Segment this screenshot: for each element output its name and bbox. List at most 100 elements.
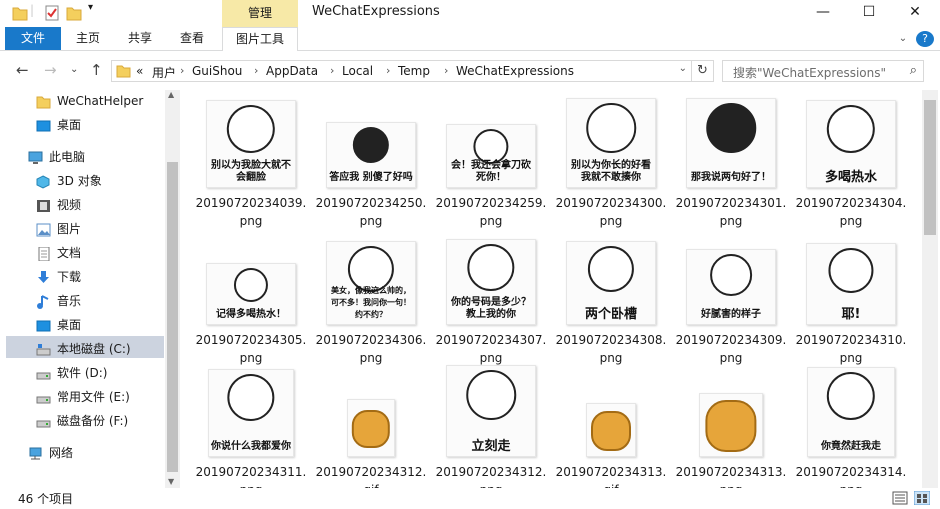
breadcrumb-overflow[interactable]: « — [136, 64, 143, 78]
file-thumbnail[interactable] — [686, 367, 776, 457]
tab-view[interactable]: 查看 — [168, 27, 216, 50]
file-thumbnail[interactable] — [566, 367, 656, 457]
file-item[interactable]: 立刻走 20190720234312.png — [434, 365, 546, 488]
breadcrumb-separator[interactable]: › — [180, 64, 184, 77]
back-arrow-icon[interactable]: ← — [16, 61, 29, 79]
file-name[interactable]: 20190720234300.png — [554, 194, 668, 230]
content-scroll-thumb[interactable] — [924, 100, 936, 235]
minimize-button[interactable]: — — [800, 0, 846, 26]
file-thumbnail[interactable]: 会！我还会拿刀砍死你！ — [446, 98, 536, 188]
breadcrumb-separator[interactable]: › — [386, 64, 390, 77]
file-thumbnail[interactable]: 好腻害的样子 — [686, 235, 776, 325]
scroll-up-icon[interactable]: ▲ — [168, 90, 174, 99]
tab-share[interactable]: 共享 — [116, 27, 164, 50]
file-thumbnail[interactable]: 别以为我脸大就不会翻脸 — [206, 98, 296, 188]
details-view-icon[interactable] — [892, 491, 908, 505]
properties-icon[interactable] — [44, 4, 60, 22]
breadcrumb-separator[interactable]: › — [444, 64, 448, 77]
file-name[interactable]: 20190720234301.png — [674, 194, 788, 230]
breadcrumb-users[interactable]: 用户 — [152, 64, 176, 81]
file-thumbnail[interactable]: 多喝热水 — [806, 98, 896, 188]
ribbon-expand-icon[interactable]: ⌄ — [896, 27, 910, 50]
search-icon[interactable]: ⌕ — [910, 63, 917, 78]
file-thumbnail[interactable]: 你竟然赶我走 — [806, 367, 896, 457]
file-item[interactable]: 20190720234312.gif — [314, 367, 426, 488]
file-thumbnail[interactable] — [326, 367, 416, 457]
file-name[interactable]: 20190720234308.png — [554, 331, 668, 367]
file-name[interactable]: 20190720234314.png — [794, 463, 908, 488]
file-item[interactable]: 别以为你长的好看我就不敢揍你 20190720234300.png — [554, 98, 666, 236]
meme-image: 别以为你长的好看我就不敢揍你 — [566, 98, 656, 188]
search-placeholder[interactable]: 搜索"WeChatExpressions" — [733, 64, 886, 81]
help-button[interactable]: ? — [916, 31, 934, 47]
tab-file[interactable]: 文件 — [5, 27, 61, 50]
manage-context-tab[interactable]: 管理 — [222, 0, 298, 27]
file-thumbnail[interactable]: 记得多喝热水！ — [206, 235, 296, 325]
file-name[interactable]: 20190720234309.png — [674, 331, 788, 367]
tab-home[interactable]: 主页 — [64, 27, 112, 50]
quick-access-dropdown-icon[interactable]: ▾ — [88, 2, 93, 20]
file-thumbnail[interactable]: 两个卧槽 — [566, 235, 656, 325]
forward-arrow-icon[interactable]: → — [44, 61, 57, 79]
file-name[interactable]: 20190720234306.png — [314, 331, 428, 367]
file-item[interactable]: 好腻害的样子 20190720234309.png — [674, 235, 786, 373]
file-item[interactable]: 20190720234313.gif — [554, 367, 666, 488]
file-thumbnail[interactable]: 答应我 别傻了好吗 — [326, 98, 416, 188]
breadcrumb-appdata[interactable]: AppData — [266, 64, 318, 78]
breadcrumb-separator[interactable]: › — [254, 64, 258, 77]
file-thumbnail[interactable]: 那我说两句好了！ — [686, 98, 776, 188]
file-thumbnail[interactable]: 你说什么我都爱你 — [206, 367, 296, 457]
file-name[interactable]: 20190720234305.png — [194, 331, 308, 367]
close-button[interactable]: ✕ — [892, 0, 938, 26]
nav-scroll-thumb[interactable] — [167, 162, 178, 472]
file-item[interactable]: 别以为我脸大就不会翻脸 20190720234039.png — [194, 98, 306, 236]
file-thumbnail[interactable]: 你的号码是多少？教上我的你 — [446, 235, 536, 325]
tab-picture-tools[interactable]: 图片工具 — [222, 27, 298, 51]
file-name[interactable]: 20190720234304.png — [794, 194, 908, 230]
file-item[interactable]: 那我说两句好了！ 20190720234301.png — [674, 98, 786, 236]
address-dropdown-icon[interactable]: ⌄ — [679, 63, 687, 74]
file-name[interactable]: 20190720234313.gif — [554, 463, 668, 488]
recent-locations-icon[interactable]: ⌄ — [70, 64, 78, 75]
address-bar[interactable]: « 用户 › GuiShou › AppData › Local › Temp … — [111, 60, 692, 82]
up-arrow-icon[interactable]: ↑ — [90, 61, 103, 79]
file-item[interactable]: 答应我 别傻了好吗 20190720234250.png — [314, 98, 426, 236]
file-name[interactable]: 20190720234250.png — [314, 194, 428, 230]
file-name[interactable]: 20190720234310.png — [794, 331, 908, 367]
folder-icon[interactable] — [12, 4, 28, 22]
large-icons-view-icon[interactable] — [914, 491, 930, 505]
navigation-pane: WeChatHelper 桌面 此电脑 3D 对象 视频 图片 文档 下载 音乐 桌面 本地磁盘 (… — [0, 90, 180, 488]
file-thumbnail[interactable]: 耶! — [806, 235, 896, 325]
file-item[interactable]: 记得多喝热水！ 20190720234305.png — [194, 235, 306, 373]
file-item[interactable]: 你竟然赶我走 20190720234314.png — [794, 367, 906, 488]
file-item[interactable]: 多喝热水 20190720234304.png — [794, 98, 906, 236]
file-thumbnail[interactable]: 别以为你长的好看我就不敢揍你 — [566, 98, 656, 188]
file-name[interactable]: 20190720234312.gif — [314, 463, 428, 488]
file-name[interactable]: 20190720234307.png — [434, 331, 548, 367]
breadcrumb-local[interactable]: Local — [342, 64, 373, 78]
file-thumbnail[interactable]: 美女，像我这么帅的，可不多！我问你一句！约不约？ — [326, 235, 416, 325]
file-item[interactable]: 你的号码是多少？教上我的你 20190720234307.png — [434, 235, 546, 373]
file-item[interactable]: 耶! 20190720234310.png — [794, 235, 906, 373]
file-name[interactable]: 20190720234313.png — [674, 463, 788, 488]
refresh-icon[interactable]: ↻ — [692, 60, 714, 82]
file-item[interactable]: 会！我还会拿刀砍死你！ 20190720234259.png — [434, 98, 546, 236]
network-icon — [28, 446, 43, 460]
file-item[interactable]: 你说什么我都爱你 20190720234311.png — [194, 367, 306, 488]
file-thumbnail[interactable]: 立刻走 — [446, 365, 536, 457]
scroll-down-icon[interactable]: ▼ — [168, 477, 174, 486]
breadcrumb-separator[interactable]: › — [330, 64, 334, 77]
file-name[interactable]: 20190720234259.png — [434, 194, 548, 230]
file-item[interactable]: 20190720234313.png — [674, 367, 786, 488]
search-box[interactable]: 搜索"WeChatExpressions" ⌕ — [722, 60, 924, 82]
new-folder-icon[interactable] — [66, 4, 82, 22]
maximize-button[interactable]: ☐ — [846, 0, 892, 26]
breadcrumb-guishou[interactable]: GuiShou — [192, 64, 242, 78]
file-name[interactable]: 20190720234311.png — [194, 463, 308, 488]
file-item[interactable]: 美女，像我这么帅的，可不多！我问你一句！约不约？ 20190720234306.p… — [314, 235, 426, 373]
file-item[interactable]: 两个卧槽 20190720234308.png — [554, 235, 666, 373]
breadcrumb-wechatexpressions[interactable]: WeChatExpressions — [456, 64, 574, 78]
file-name[interactable]: 20190720234312.png — [434, 463, 548, 488]
file-name[interactable]: 20190720234039.png — [194, 194, 308, 230]
breadcrumb-temp[interactable]: Temp — [398, 64, 430, 78]
